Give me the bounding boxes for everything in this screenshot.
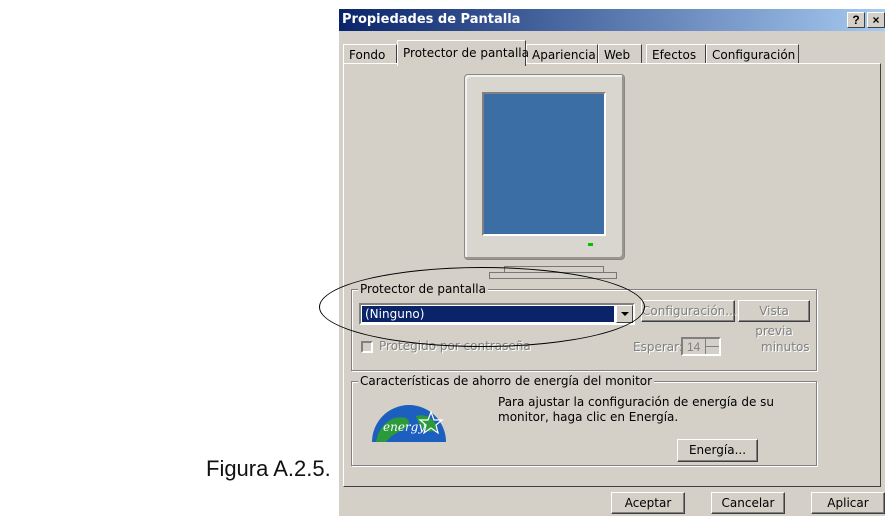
password-label: Protegido por contraseña <box>379 339 531 353</box>
tab-configuracion[interactable]: Configuración <box>706 44 799 64</box>
cancel-button[interactable]: Cancelar <box>711 492 785 514</box>
minutes-label: minutos <box>761 340 810 354</box>
help-button[interactable]: ? <box>847 12 865 28</box>
apply-button[interactable]: Aplicar <box>811 492 885 514</box>
window-title: Propiedades de Pantalla <box>342 12 521 27</box>
energy-group-label: Características de ahorro de energía del… <box>358 374 655 388</box>
tab-apariencia[interactable]: Apariencia <box>526 44 598 64</box>
chevron-down-icon[interactable] <box>616 305 633 323</box>
energy-info-text: Para ajustar la configuración de energía… <box>498 395 775 424</box>
power-led-icon <box>588 243 593 246</box>
screensaver-group-label: Protector de pantalla <box>358 282 488 296</box>
tab-protector-de-pantalla[interactable]: Protector de pantalla <box>397 40 529 66</box>
password-checkbox[interactable] <box>361 341 373 353</box>
wait-spinner[interactable]: 14 <box>681 337 721 356</box>
wait-label: Esperar: <box>633 340 683 354</box>
display-properties-dialog: Propiedades de Pantalla ? × Fondo Protec… <box>339 9 885 516</box>
energy-logo-text: energy <box>383 420 425 434</box>
energy-button[interactable]: Energía... <box>677 439 758 462</box>
tab-efectos[interactable]: Efectos <box>646 44 706 64</box>
monitor-preview <box>464 74 625 260</box>
tab-web[interactable]: Web <box>598 44 642 64</box>
screensaver-config-button[interactable]: Configuración... <box>641 300 737 322</box>
screensaver-selected-value: (Ninguno) <box>362 306 614 322</box>
spinner-arrows-icon[interactable] <box>705 339 719 354</box>
monitor-base <box>489 272 617 279</box>
preview-button[interactable]: Vista previa <box>738 300 810 338</box>
tab-fondo[interactable]: Fondo <box>343 44 397 64</box>
ok-button[interactable]: Aceptar <box>611 492 685 514</box>
title-bar: Propiedades de Pantalla ? × <box>339 9 885 31</box>
figure-caption: Figura A.2.5. <box>206 456 331 481</box>
wait-value: 14 <box>687 340 701 354</box>
monitor-screen <box>482 92 606 236</box>
screensaver-select[interactable]: (Ninguno) <box>359 303 635 325</box>
energy-star-logo-icon: energy <box>372 405 446 442</box>
close-button[interactable]: × <box>867 12 885 28</box>
